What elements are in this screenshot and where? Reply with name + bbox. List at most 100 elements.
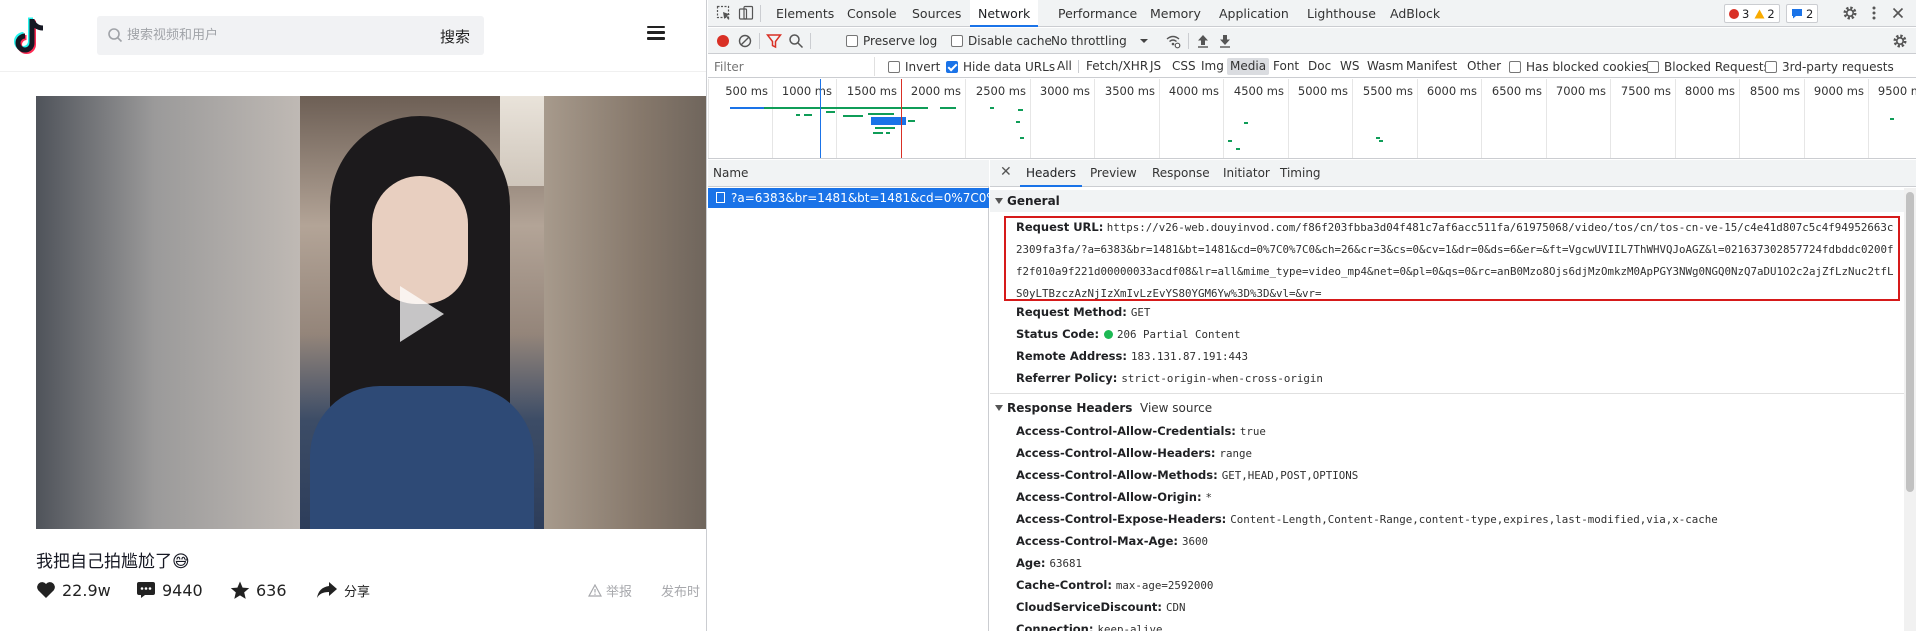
request-url-value[interactable]: https://v26-web.douyinvod.com/f86f203fbb… <box>1016 221 1894 300</box>
share-button[interactable]: 分享 <box>316 578 370 602</box>
view-source-link[interactable]: View source <box>1140 397 1212 419</box>
waterfall-bar <box>990 107 994 109</box>
invert-toggle[interactable]: Invert <box>888 55 940 78</box>
request-url-key: Request URL: <box>1016 220 1104 234</box>
network-overview-timeline[interactable]: 500 ms 1000 ms 1500 ms 2000 ms 2500 ms 3… <box>708 79 1916 159</box>
invert-checkbox[interactable] <box>888 60 900 73</box>
third-party-toggle[interactable]: 3rd-party requests <box>1765 55 1894 78</box>
tab-memory[interactable]: Memory <box>1142 0 1209 27</box>
status-code-value: 206 Partial Content <box>1117 328 1241 341</box>
hide-data-urls-checkbox[interactable] <box>946 60 958 73</box>
filter-type-css[interactable]: CSS <box>1169 58 1199 75</box>
comment-button[interactable]: 9440 <box>136 578 203 602</box>
filter-type-media[interactable]: Media <box>1227 58 1270 75</box>
video-player[interactable] <box>36 96 706 529</box>
device-toolbar-icon[interactable] <box>738 5 754 21</box>
network-settings-gear-icon[interactable] <box>1892 33 1908 49</box>
preserve-log-checkbox[interactable] <box>846 35 858 47</box>
tab-application[interactable]: Application <box>1211 0 1297 27</box>
video-actions: 22.9w 9440 636 分享 举报 发布时 <box>36 578 706 602</box>
blocked-requests-toggle[interactable]: Blocked Requests <box>1647 55 1770 78</box>
header-value: GET <box>1130 306 1151 319</box>
tab-network[interactable]: Network <box>970 0 1039 27</box>
report-label: 举报 <box>606 585 633 600</box>
network-conditions-icon[interactable] <box>1165 33 1181 49</box>
header-key: Request Method: <box>1016 305 1127 319</box>
timeline-tick: 500 ms <box>708 79 772 158</box>
filter-type-js[interactable]: JS <box>1147 58 1164 75</box>
has-blocked-cookies-label: Has blocked cookies <box>1526 59 1648 74</box>
filter-type-manifest[interactable]: Manifest <box>1403 58 1460 75</box>
tab-sources[interactable]: Sources <box>904 0 969 27</box>
filter-type-ws[interactable]: WS <box>1337 58 1362 75</box>
favorite-button[interactable]: 636 <box>230 578 287 602</box>
error-icon <box>1729 8 1739 19</box>
search-icon <box>108 28 123 43</box>
tab-preview[interactable]: Preview <box>1084 160 1143 187</box>
details-scrollbar-thumb[interactable] <box>1906 192 1914 492</box>
clear-icon[interactable] <box>737 33 753 49</box>
report-button[interactable]: 举报 <box>588 581 632 600</box>
filter-type-other[interactable]: Other <box>1464 58 1504 75</box>
filter-icon[interactable] <box>766 33 782 49</box>
hide-data-urls-toggle[interactable]: Hide data URLs <box>946 55 1055 78</box>
tab-adblock[interactable]: AdBlock <box>1382 0 1448 27</box>
search-icon[interactable] <box>788 33 804 49</box>
filter-type-all[interactable]: All <box>1054 58 1075 75</box>
messages-badge[interactable]: 2 <box>1786 4 1819 23</box>
disable-cache-toggle[interactable]: Disable cache <box>951 28 1052 54</box>
tab-elements[interactable]: Elements <box>768 0 842 27</box>
import-har-icon[interactable] <box>1195 33 1211 49</box>
waterfall-bar <box>873 132 883 134</box>
close-details-icon[interactable]: ✕ <box>1000 164 1012 180</box>
tab-lighthouse[interactable]: Lighthouse <box>1299 0 1384 27</box>
settings-gear-icon[interactable] <box>1842 5 1858 21</box>
record-icon[interactable] <box>715 33 731 49</box>
tab-response[interactable]: Response <box>1146 160 1216 187</box>
filter-type-fetch-xhr[interactable]: Fetch/XHR <box>1083 58 1151 75</box>
export-har-icon[interactable] <box>1217 33 1233 49</box>
filter-type-doc[interactable]: Doc <box>1305 58 1334 75</box>
filter-type-wasm[interactable]: Wasm <box>1364 58 1406 75</box>
filter-type-font[interactable]: Font <box>1270 58 1302 75</box>
has-blocked-cookies-toggle[interactable]: Has blocked cookies <box>1509 55 1648 78</box>
disable-cache-checkbox[interactable] <box>951 35 963 47</box>
has-blocked-cookies-checkbox[interactable] <box>1509 60 1521 73</box>
blocked-requests-checkbox[interactable] <box>1647 60 1659 73</box>
general-row: Status Code: 206 Partial Content <box>1016 323 1896 346</box>
response-header-row: Access-Control-Allow-Origin: * <box>1016 486 1896 509</box>
hamburger-menu-icon[interactable] <box>646 22 668 44</box>
response-headers-section-header[interactable]: Response Headers <box>995 397 1132 419</box>
search-input[interactable] <box>127 16 407 55</box>
more-options-icon[interactable] <box>1866 5 1882 21</box>
name-column-header[interactable]: Name <box>708 160 989 187</box>
waterfall-bar <box>810 107 928 109</box>
share-label: 分享 <box>344 584 371 600</box>
request-row-selected[interactable]: ?a=6383&br=1481&bt=1481&cd=0%7C0%7... <box>708 188 989 208</box>
tab-performance[interactable]: Performance <box>1050 0 1145 27</box>
inspect-element-icon[interactable] <box>716 5 732 21</box>
response-header-row: Access-Control-Max-Age: 3600 <box>1016 530 1896 553</box>
header-key: CloudServiceDiscount: <box>1016 600 1163 614</box>
close-devtools-icon[interactable] <box>1890 5 1906 21</box>
third-party-checkbox[interactable] <box>1765 60 1777 73</box>
issues-badge[interactable]: 3 2 <box>1724 4 1780 23</box>
timeline-tick: 8000 ms <box>1675 79 1739 158</box>
tab-console[interactable]: Console <box>839 0 905 27</box>
preserve-log-toggle[interactable]: Preserve log <box>846 28 937 54</box>
tab-timing[interactable]: Timing <box>1274 160 1327 187</box>
tab-headers[interactable]: Headers <box>1020 160 1082 187</box>
search-button[interactable]: 搜索 <box>440 26 470 47</box>
throttling-select[interactable]: No throttling <box>1051 28 1149 54</box>
play-icon[interactable] <box>400 286 444 342</box>
tab-initiator[interactable]: Initiator <box>1217 160 1276 187</box>
douyin-logo-icon[interactable] <box>14 17 48 55</box>
header-key: Status Code: <box>1016 327 1100 341</box>
request-url-row[interactable]: Request URL: https://v26-web.douyinvod.c… <box>1016 216 1896 305</box>
filter-type-img[interactable]: Img <box>1198 58 1227 75</box>
general-section-header[interactable]: General <box>990 190 1904 212</box>
filter-input[interactable] <box>710 57 875 76</box>
waterfall-bar <box>764 107 810 109</box>
like-button[interactable]: 22.9w <box>36 578 111 602</box>
timeline-tick: 2500 ms <box>965 79 1030 158</box>
